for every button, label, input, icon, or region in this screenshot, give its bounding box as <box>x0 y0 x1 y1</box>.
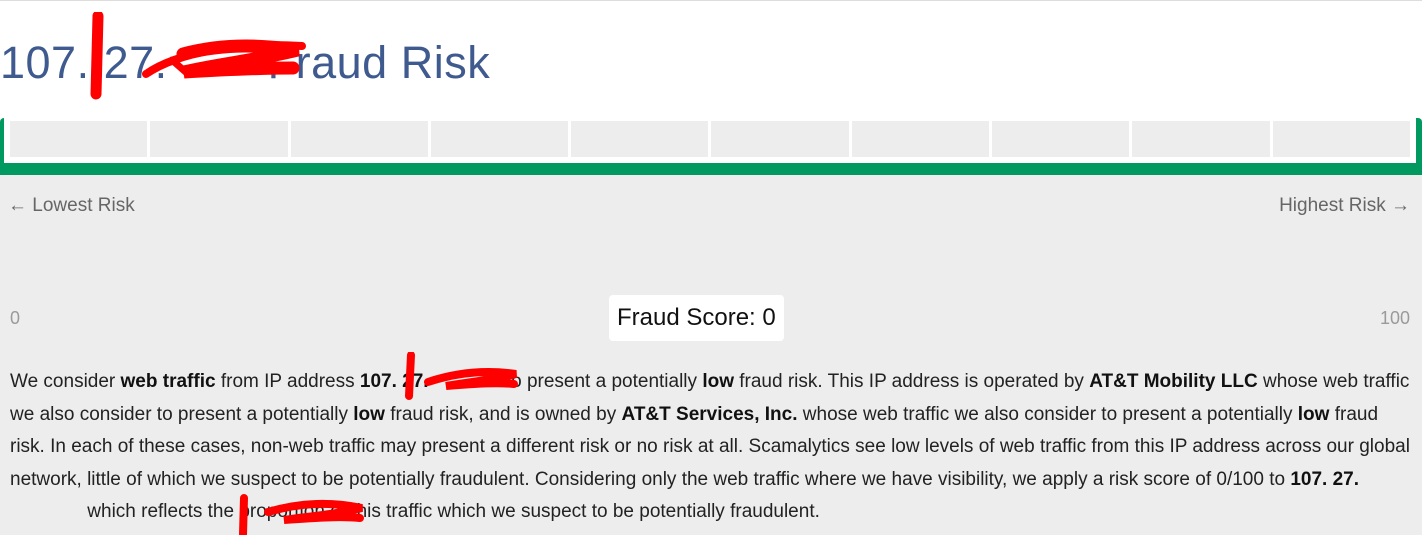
lowest-risk-label: ← Lowest Risk <box>8 195 135 216</box>
desc-bold-low: low <box>702 371 734 392</box>
risk-scale-segment <box>851 121 990 157</box>
scale-min-label: 0 <box>10 308 21 328</box>
desc-bold-web-traffic: web traffic <box>120 371 216 392</box>
risk-scale-segment <box>10 121 148 157</box>
risk-scale-segment <box>150 121 288 157</box>
desc-bold-low: low <box>353 403 385 425</box>
title-ip-mid: 27. <box>103 37 168 88</box>
page-title: 107. 27. Fraud Risk <box>0 36 490 90</box>
desc-text: whose web traffic we also consider to pr… <box>797 403 1298 425</box>
desc-ip-address: 107. 27. <box>359 371 429 392</box>
risk-scale-segment <box>1132 121 1270 157</box>
risk-description: We consider web traffic from IP address … <box>0 353 1422 535</box>
fraud-score-badge: Fraud Score: 0 <box>609 295 784 341</box>
risk-scale-segment <box>711 121 849 157</box>
risk-scale-segment <box>992 121 1130 157</box>
desc-text: to present a potentially <box>500 371 703 392</box>
risk-scale-labels: ← Lowest Risk Highest Risk → <box>0 175 1422 233</box>
top-divider <box>0 0 1422 1</box>
desc-bold-low: low <box>1297 403 1330 425</box>
desc-bold-operator: AT&T Mobility LLC <box>1089 371 1258 392</box>
highest-risk-label: Highest Risk → <box>1279 195 1410 216</box>
desc-text: which reflects the proportion of this tr… <box>82 501 820 522</box>
title-suffix: Fraud Risk <box>267 37 491 88</box>
risk-scale-segment <box>571 121 709 157</box>
desc-text: We consider <box>10 371 121 392</box>
risk-scale-bar <box>4 115 1416 163</box>
desc-text: from IP address <box>215 371 360 392</box>
desc-text: fraud risk. This IP address is operated … <box>733 371 1090 392</box>
desc-text: fraud risk, and is owned by <box>384 403 622 425</box>
fraud-score-row: 0 Fraud Score: 0 100 <box>0 295 1422 341</box>
risk-scale-segment <box>430 121 569 157</box>
title-ip-prefix: 107. <box>0 37 90 88</box>
risk-scale-segment <box>1272 121 1410 157</box>
risk-scale-segment <box>290 121 428 157</box>
desc-bold-owner: AT&T Services, Inc. <box>621 403 798 425</box>
desc-ip-address: 107. 27. <box>1290 468 1360 490</box>
scale-max-label: 100 <box>1379 308 1410 328</box>
